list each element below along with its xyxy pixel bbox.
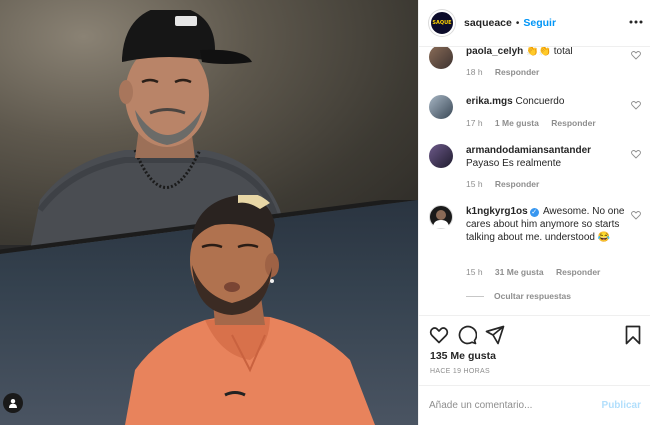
post-actions: 135 Me gusta HACE 19 HORAS bbox=[419, 315, 650, 385]
comment-meta: 17 h 1 Me gusta Responder bbox=[466, 118, 606, 128]
verified-badge-icon: ✓ bbox=[529, 208, 539, 217]
comment-body: paola_celyh 👏👏 total bbox=[466, 47, 626, 58]
comment-body: k1ngkyrg1os ✓ Awesome. No one cares about… bbox=[466, 205, 626, 244]
follow-button[interactable]: Seguir bbox=[523, 17, 556, 29]
heart-icon[interactable] bbox=[631, 100, 641, 110]
post-header: SAQUE saqueace • Seguir bbox=[419, 0, 650, 47]
commenter-avatar[interactable] bbox=[429, 95, 453, 119]
commenter-avatar[interactable] bbox=[429, 47, 453, 69]
comment-reply-button[interactable]: Responder bbox=[495, 67, 539, 77]
comment-item: armandodamiansantander Payaso Es realmen… bbox=[429, 144, 641, 194]
comment-time: 18 h bbox=[466, 67, 483, 77]
heart-icon[interactable] bbox=[631, 210, 641, 220]
likes-count[interactable]: 135 Me gusta bbox=[430, 350, 496, 362]
comment-item: k1ngkyrg1os ✓ Awesome. No one cares about… bbox=[429, 205, 641, 285]
comment-likes[interactable]: 31 Me gusta bbox=[495, 267, 544, 277]
comment-reply-button[interactable]: Responder bbox=[556, 267, 600, 277]
comment-meta: 18 h Responder bbox=[466, 67, 549, 77]
post-photo[interactable] bbox=[0, 0, 418, 425]
publish-button[interactable]: Publicar bbox=[602, 400, 641, 411]
hide-replies-label: Ocultar respuestas bbox=[494, 291, 572, 301]
author-avatar[interactable]: SAQUE bbox=[429, 10, 455, 36]
comment-meta: 15 h 31 Me gusta Responder bbox=[466, 267, 610, 277]
author-username[interactable]: saqueace bbox=[464, 17, 512, 29]
hide-replies-line bbox=[466, 295, 484, 297]
comment-item: erika.mgs Concuerdo 17 h 1 Me gusta Resp… bbox=[429, 95, 641, 135]
tagged-user-icon[interactable] bbox=[3, 393, 23, 413]
comment-username[interactable]: k1ngkyrg1os bbox=[466, 206, 528, 217]
comment-meta: 15 h Responder bbox=[466, 179, 549, 189]
man-in-orange-figure bbox=[125, 195, 375, 425]
comment-username[interactable]: paola_celyh bbox=[466, 47, 523, 57]
comment-body: erika.mgs Concuerdo bbox=[466, 95, 626, 108]
commenter-avatar[interactable] bbox=[429, 144, 453, 168]
header-separator: • bbox=[515, 17, 520, 29]
comment-time: 15 h bbox=[466, 179, 483, 189]
comment-time: 17 h bbox=[466, 118, 483, 128]
save-bookmark-icon[interactable] bbox=[623, 325, 643, 345]
comment-username[interactable]: armandodamiansantander bbox=[466, 144, 626, 157]
more-dots-icon[interactable] bbox=[629, 15, 643, 29]
comment-time: 15 h bbox=[466, 267, 483, 277]
post-sidebar: SAQUE saqueace • Seguir paola_celyh 👏👏 t… bbox=[418, 0, 650, 425]
share-paper-plane-icon[interactable] bbox=[485, 325, 505, 345]
comment-text: 👏👏 total bbox=[526, 47, 573, 57]
commenter-avatar[interactable] bbox=[429, 205, 453, 229]
comment-body: armandodamiansantander Payaso Es realmen… bbox=[466, 144, 626, 170]
comment-likes[interactable]: 1 Me gusta bbox=[495, 118, 539, 128]
comments-list[interactable]: paola_celyh 👏👏 total 18 h Responder erik… bbox=[419, 47, 650, 315]
comment-reply-button[interactable]: Responder bbox=[551, 118, 595, 128]
comment-username[interactable]: erika.mgs bbox=[466, 96, 513, 107]
comment-item: paola_celyh 👏👏 total 18 h Responder bbox=[429, 47, 641, 85]
like-heart-icon[interactable] bbox=[429, 325, 449, 345]
heart-icon[interactable] bbox=[631, 149, 641, 159]
post-timestamp: HACE 19 HORAS bbox=[430, 368, 490, 375]
hide-replies-button[interactable]: Ocultar respuestas bbox=[466, 291, 571, 301]
add-comment-bar: Añade un comentario... Publicar bbox=[419, 385, 650, 425]
comment-text: Payaso Es realmente bbox=[466, 158, 562, 169]
heart-icon[interactable] bbox=[631, 50, 641, 60]
add-comment-input[interactable]: Añade un comentario... bbox=[429, 400, 602, 411]
author-avatar-label: SAQUE bbox=[432, 20, 452, 26]
comment-bubble-icon[interactable] bbox=[457, 325, 477, 345]
comment-text: Concuerdo bbox=[515, 96, 565, 107]
comment-reply-button[interactable]: Responder bbox=[495, 179, 539, 189]
